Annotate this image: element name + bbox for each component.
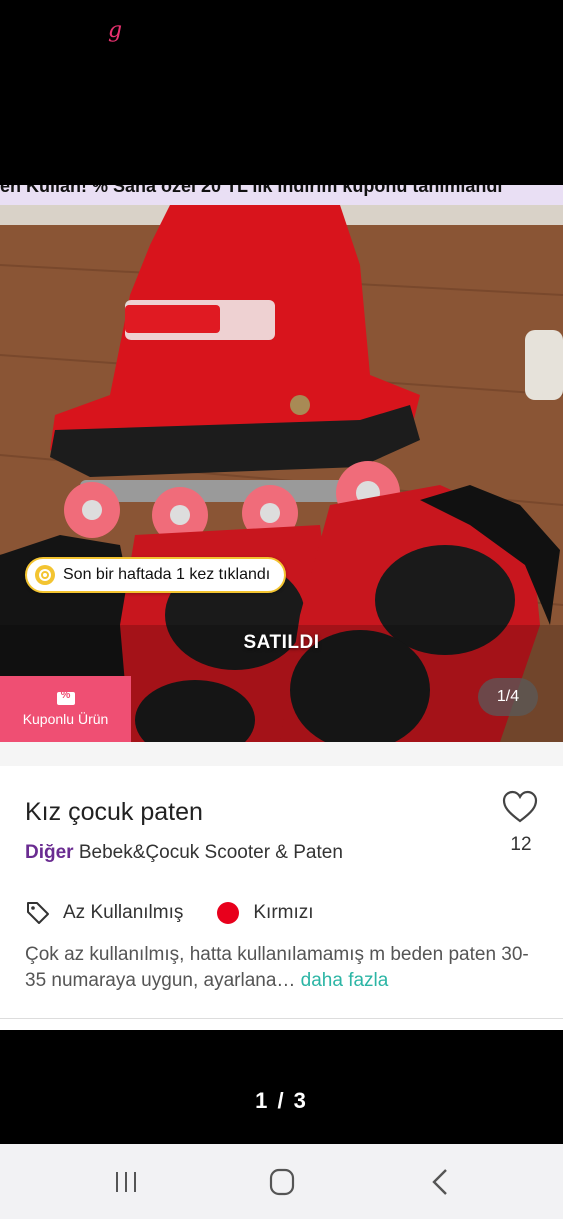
heart-icon[interactable] [502,790,538,824]
back-icon[interactable] [420,1164,460,1200]
category-sub[interactable]: Bebek&Çocuk Scooter & Paten [79,842,343,863]
divider [0,1018,563,1019]
coupon-icon [56,689,75,705]
screenshot-top-bar: g [0,0,563,185]
promo-text: en Kullan! % Sana özel 20 TL'lik indirim… [0,185,503,196]
product-photo-illustration [0,205,563,742]
product-photo[interactable]: SATILDI [0,205,563,742]
coupon-badge[interactable]: Kuponlu Ürün [0,676,131,742]
listing-details: Kız çocuk paten Diğer Bebek&Çocuk Scoote… [0,742,563,1030]
color-label: Kırmızı [253,902,314,923]
promo-banner[interactable]: en Kullan! % Sana özel 20 TL'lik indirim… [0,185,563,205]
coupon-label: Kuponlu Ürün [22,710,109,727]
listing-description: Çok az kullanılmış, hatta kullanılamamış… [25,942,540,994]
recents-icon[interactable] [106,1164,146,1200]
eye-icon [35,565,55,585]
app-logo: g [108,18,123,43]
tag-icon [27,902,49,924]
home-icon[interactable] [262,1164,302,1200]
category-main[interactable]: Diğer [25,842,74,863]
condition-label: Az Kullanılmış [63,902,184,923]
sold-label: SATILDI [243,632,320,653]
color-swatch [217,902,240,924]
section-gap [0,742,563,766]
click-count-notice: Son bir haftada 1 kez tıklandı [25,557,287,593]
read-more-link[interactable]: daha fazla [295,970,389,991]
listing-category[interactable]: Diğer Bebek&Çocuk Scooter & Paten [25,842,343,864]
click-count-text: Son bir haftada 1 kez tıklandı [63,566,271,583]
system-nav-bar [0,1144,563,1219]
like-count: 12 [510,834,532,855]
listing-title: Kız çocuk paten [25,798,203,826]
page-indicator: 1 / 3 [255,1088,308,1113]
description-ellipsis: … [276,970,296,991]
photo-counter: 1/4 [478,678,538,716]
listing-attributes: Az Kullanılmış Kırmızı [25,900,314,926]
